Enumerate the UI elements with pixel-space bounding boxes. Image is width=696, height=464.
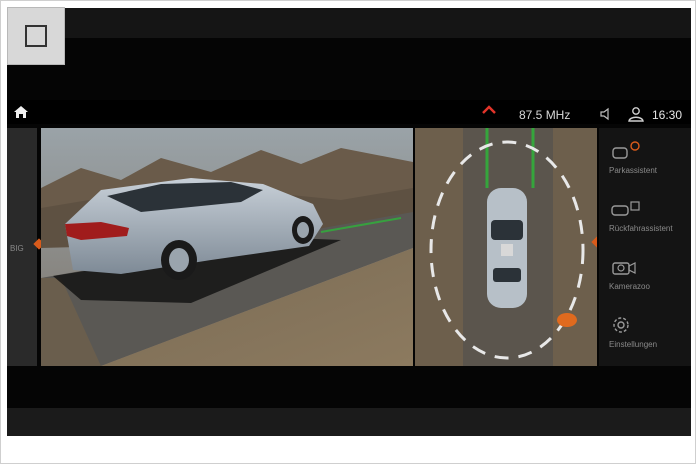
left-strip-label: BIG — [10, 244, 24, 253]
fullscreen-button[interactable] — [7, 7, 65, 65]
speaker-icon — [600, 107, 609, 121]
reversing-assistant-icon — [611, 201, 640, 216]
gear-icon — [613, 317, 629, 333]
menu-label: Rückfahrassistent — [609, 224, 673, 233]
app-frame: 87.5 MHz 16:30 BIG Parkassistent Rückfah… — [0, 0, 696, 464]
menu-label: Einstellungen — [609, 340, 658, 349]
camera-icon — [612, 262, 636, 275]
idrive-screen: 87.5 MHz 16:30 BIG Parkassistent Rückfah… — [7, 8, 691, 436]
top-band — [7, 8, 691, 38]
camera-top-view[interactable] — [415, 128, 597, 366]
status-bar — [7, 100, 691, 124]
menu-label: Kamerazoo — [609, 282, 650, 291]
clock: 16:30 — [652, 108, 683, 122]
left-strip[interactable]: BIG — [7, 128, 45, 366]
user-icon[interactable] — [627, 106, 645, 122]
menu-label: Parkassistent — [609, 166, 658, 175]
menu-item-einstellungen[interactable]: Einstellungen — [599, 308, 691, 366]
square-icon — [25, 25, 47, 47]
radio-frequency: 87.5 MHz — [519, 108, 571, 122]
home-icon[interactable] — [13, 105, 29, 119]
camera-3d-view[interactable] — [41, 128, 413, 366]
side-menu: Parkassistent Rückfahrassistent Kamerazo… — [599, 128, 691, 366]
chevron-up-icon[interactable] — [481, 104, 497, 116]
menu-item-kamerazoo[interactable]: Kamerazoo — [599, 250, 691, 308]
menu-item-parkassistent[interactable]: Parkassistent — [599, 134, 691, 192]
parking-assistant-icon — [612, 141, 640, 159]
bottom-bar — [7, 408, 691, 436]
menu-item-rueckfahrassistent[interactable]: Rückfahrassistent — [599, 192, 691, 250]
